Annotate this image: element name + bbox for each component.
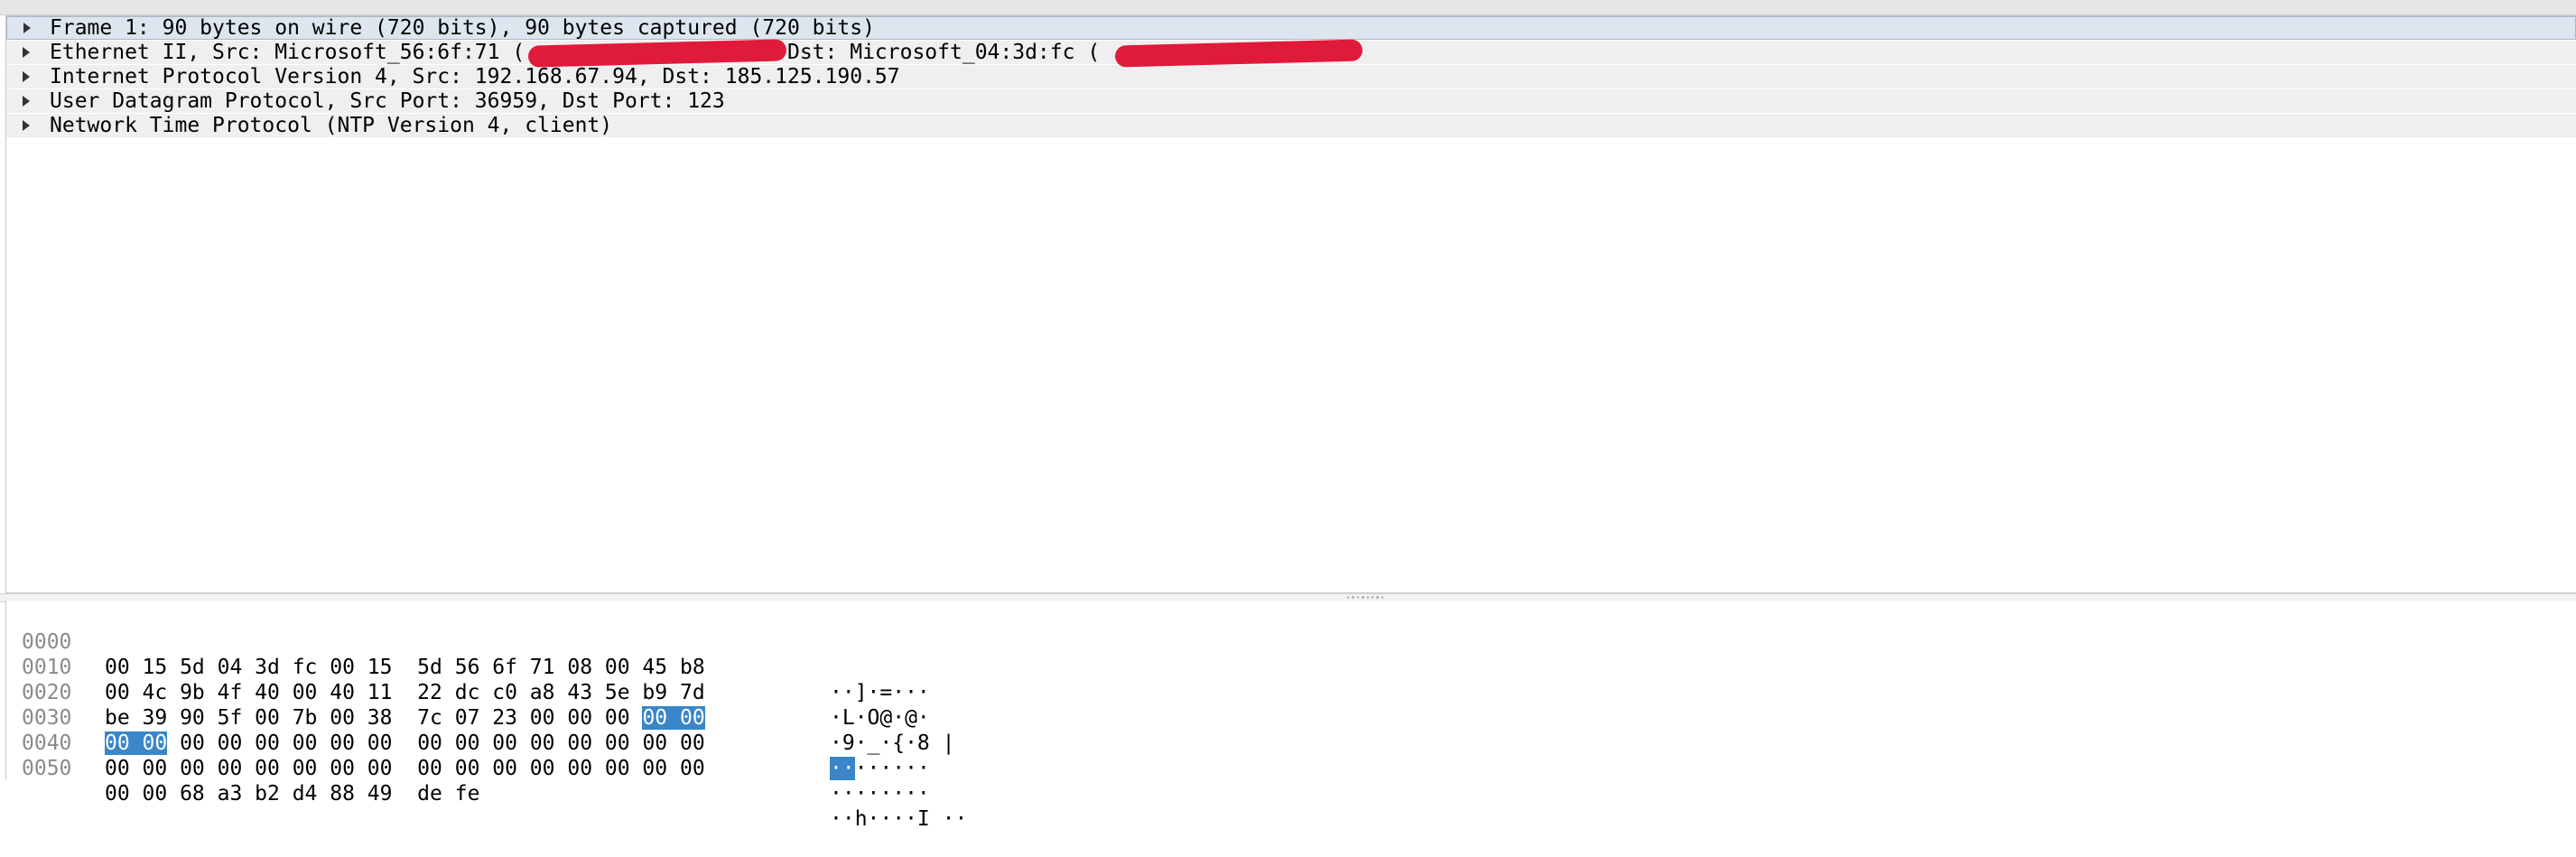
packet-bytes-pane[interactable]: 0000 00 15 5d 04 3d fc 00 15 5d 56 6f 71… <box>5 601 2576 831</box>
hex-bytes[interactable]: 00 00 00 00 00 00 00 00 00 00 00 00 00 0… <box>105 731 705 756</box>
byte-offset: 0050 <box>22 757 72 780</box>
hex-bytes[interactable]: 00 4c 9b 4f 40 00 40 11 22 dc c0 a8 43 5… <box>105 680 705 705</box>
tree-row-label: Frame 1: 90 bytes on wire (720 bits), 90… <box>50 16 875 40</box>
tree-row-label: Internet Protocol Version 4, Src: 192.16… <box>50 65 900 88</box>
ascii-bytes[interactable]: ··]·=··· <box>830 680 930 705</box>
ascii-bytes[interactable]: ·L·O@·@· <box>830 705 930 731</box>
expand-arrow-icon[interactable] <box>23 96 30 107</box>
top-border <box>0 0 2576 15</box>
bytes-row[interactable]: 0050 00 00 68 a3 b2 d4 88 49 de fe ··h··… <box>6 731 967 831</box>
hex-bytes[interactable]: be 39 90 5f 00 7b 00 38 7c 07 23 00 00 0… <box>105 705 705 731</box>
expand-arrow-icon[interactable] <box>23 47 30 58</box>
expand-arrow-icon[interactable] <box>23 23 31 33</box>
hex-bytes[interactable]: 00 00 68 a3 b2 d4 88 49 de fe <box>105 781 479 806</box>
bytes-row[interactable]: 0030 00 00 00 00 00 00 00 00 00 00 00 00… <box>6 680 930 780</box>
bytes-row[interactable]: 0000 00 15 5d 04 3d fc 00 15 5d 56 6f 71… <box>6 604 930 704</box>
hex-bytes[interactable]: 00 00 00 00 00 00 00 00 00 00 00 00 00 0… <box>105 756 705 781</box>
ascii-bytes[interactable]: ··h····I ·· <box>830 806 967 832</box>
ascii-bytes[interactable]: ········ <box>830 756 930 781</box>
tree-row-label: User Datagram Protocol, Src Port: 36959,… <box>50 89 725 113</box>
tree-row-ntp[interactable]: Network Time Protocol (NTP Version 4, cl… <box>6 114 2576 137</box>
tree-row-frame[interactable]: Frame 1: 90 bytes on wire (720 bits), 90… <box>6 16 2576 40</box>
packet-details-pane[interactable]: Frame 1: 90 bytes on wire (720 bits), 90… <box>5 15 2576 593</box>
splitter-grip-icon[interactable] <box>1347 595 1383 599</box>
expand-arrow-icon[interactable] <box>23 120 30 131</box>
ascii-bytes[interactable]: ·9·_·{·8 | <box>830 731 954 756</box>
expand-arrow-icon[interactable] <box>23 71 30 82</box>
ascii-bytes[interactable]: ········ <box>830 781 930 806</box>
bytes-row[interactable]: 0010 00 4c 9b 4f 40 00 40 11 22 dc c0 a8… <box>6 629 930 730</box>
bytes-row[interactable]: 0040 00 00 00 00 00 00 00 00 00 00 00 00… <box>6 705 930 806</box>
tree-row-label: Network Time Protocol (NTP Version 4, cl… <box>50 114 613 137</box>
tree-row-ipv4[interactable]: Internet Protocol Version 4, Src: 192.16… <box>6 65 2576 88</box>
bytes-row[interactable]: 0020 be 39 90 5f 00 7b 00 38 7c 07 23 00… <box>6 655 954 755</box>
tree-row-udp[interactable]: User Datagram Protocol, Src Port: 36959,… <box>6 89 2576 113</box>
hex-bytes[interactable]: 00 15 5d 04 3d fc 00 15 5d 56 6f 71 08 0… <box>105 655 705 680</box>
